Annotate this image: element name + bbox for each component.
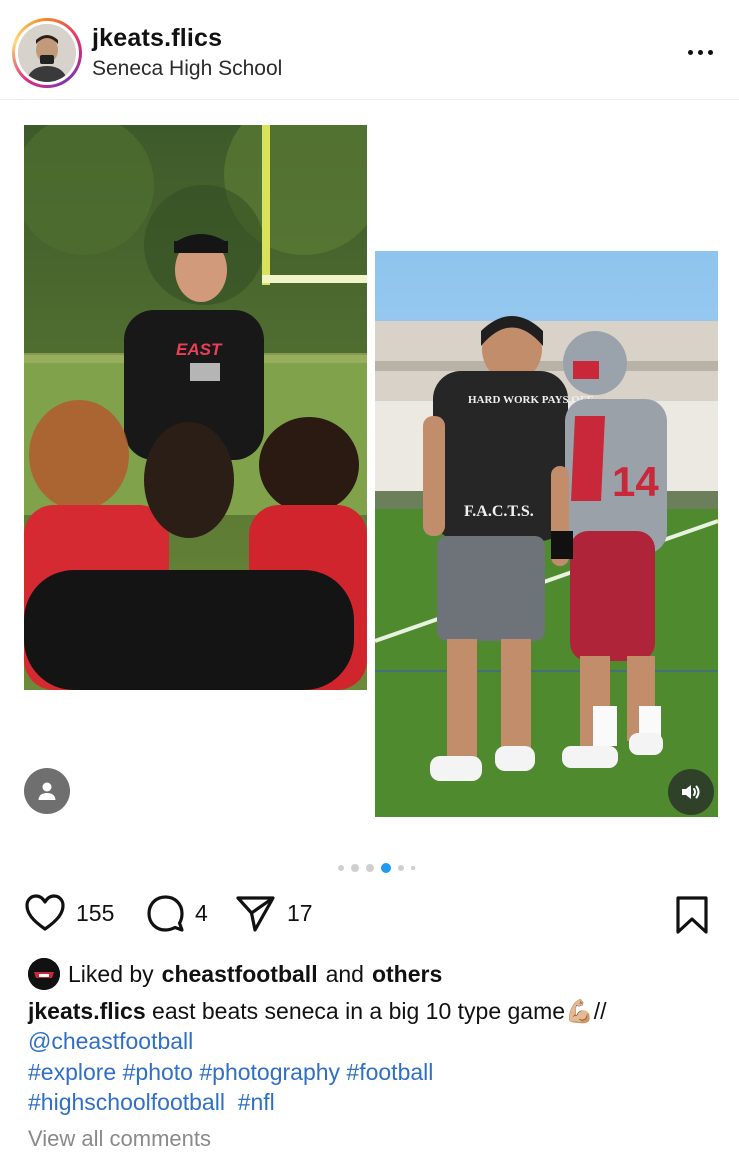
avatar	[18, 24, 76, 82]
coach-and-player-photo[interactable]: HARD WORK PAYS OFF F.A.C.T.S. 14	[375, 251, 718, 817]
hashtags: #explore #photo #photography #football #…	[28, 1057, 718, 1117]
carousel-dot	[338, 865, 344, 871]
caption-mention[interactable]: @cheastfootball	[28, 1028, 193, 1054]
shirt-text-back-bottom: F.A.C.T.S.	[464, 503, 534, 520]
carousel-dot	[398, 865, 404, 871]
carousel-dot-active	[381, 863, 391, 873]
carousel-dot	[411, 866, 415, 870]
post-header: jkeats.flics Seneca High School	[0, 0, 739, 100]
caption-suffix: //	[593, 998, 607, 1024]
more-dot-icon	[707, 49, 713, 55]
liked-by-avatar[interactable]	[28, 958, 60, 990]
shares-count: 17	[287, 899, 313, 926]
liked-by-user[interactable]: cheastfootball	[162, 961, 318, 988]
comment-button[interactable]: 4	[145, 893, 208, 933]
speaker-icon	[682, 785, 700, 799]
more-dot-icon	[697, 49, 703, 55]
save-button[interactable]	[674, 895, 710, 940]
more-options-button[interactable]	[680, 38, 720, 66]
caption-text: east beats seneca in a big 10 type game	[152, 998, 566, 1024]
caption: jkeats.flics east beats seneca in a big …	[28, 996, 718, 1056]
shirt-text-front: EAST	[176, 340, 223, 359]
heart-icon	[25, 894, 65, 931]
like-button[interactable]: 155	[24, 893, 114, 933]
comment-icon	[147, 895, 184, 932]
comments-count: 4	[195, 899, 208, 926]
share-button[interactable]: 17	[235, 893, 313, 933]
caption-username[interactable]: jkeats.flics	[28, 998, 146, 1024]
liked-by-others[interactable]: others	[372, 961, 442, 988]
tagged-users-button[interactable]	[24, 768, 70, 814]
post-media[interactable]: EAST HARD WORK PAYS OFF F.A.C.T.S. 14	[0, 101, 739, 851]
bookmark-icon	[676, 896, 708, 934]
instagram-post-card: jkeats.flics Seneca High School EAST HAR…	[0, 0, 739, 1170]
more-dot-icon	[687, 49, 693, 55]
likes-count: 155	[76, 899, 115, 926]
carousel-indicator	[0, 861, 739, 875]
liked-by-line: Liked by cheastfootball and others	[28, 958, 442, 990]
location[interactable]: Seneca High School	[92, 57, 282, 81]
hashtags-line-1[interactable]: #explore #photo #photography #football	[28, 1057, 718, 1087]
carousel-dot	[366, 864, 374, 872]
send-icon	[236, 896, 275, 932]
hashtags-line-2[interactable]: #highschoolfootball #nfl	[28, 1087, 718, 1117]
liked-by-prefix: Liked by	[68, 960, 154, 987]
person-icon	[38, 782, 56, 800]
username[interactable]: jkeats.flics	[92, 24, 222, 53]
view-all-comments-link[interactable]: View all comments	[28, 1126, 211, 1152]
flexed-biceps-icon: 💪🏼	[565, 998, 594, 1024]
story-ring-avatar[interactable]	[12, 18, 82, 88]
jersey-number: 14	[612, 458, 659, 505]
coach-on-field-photo[interactable]: EAST	[24, 125, 367, 690]
carousel-dot	[351, 864, 359, 872]
liked-by-conjunction: and	[325, 960, 364, 987]
sound-toggle-button[interactable]	[668, 769, 714, 815]
post-actions: 155 4 17	[0, 893, 739, 939]
